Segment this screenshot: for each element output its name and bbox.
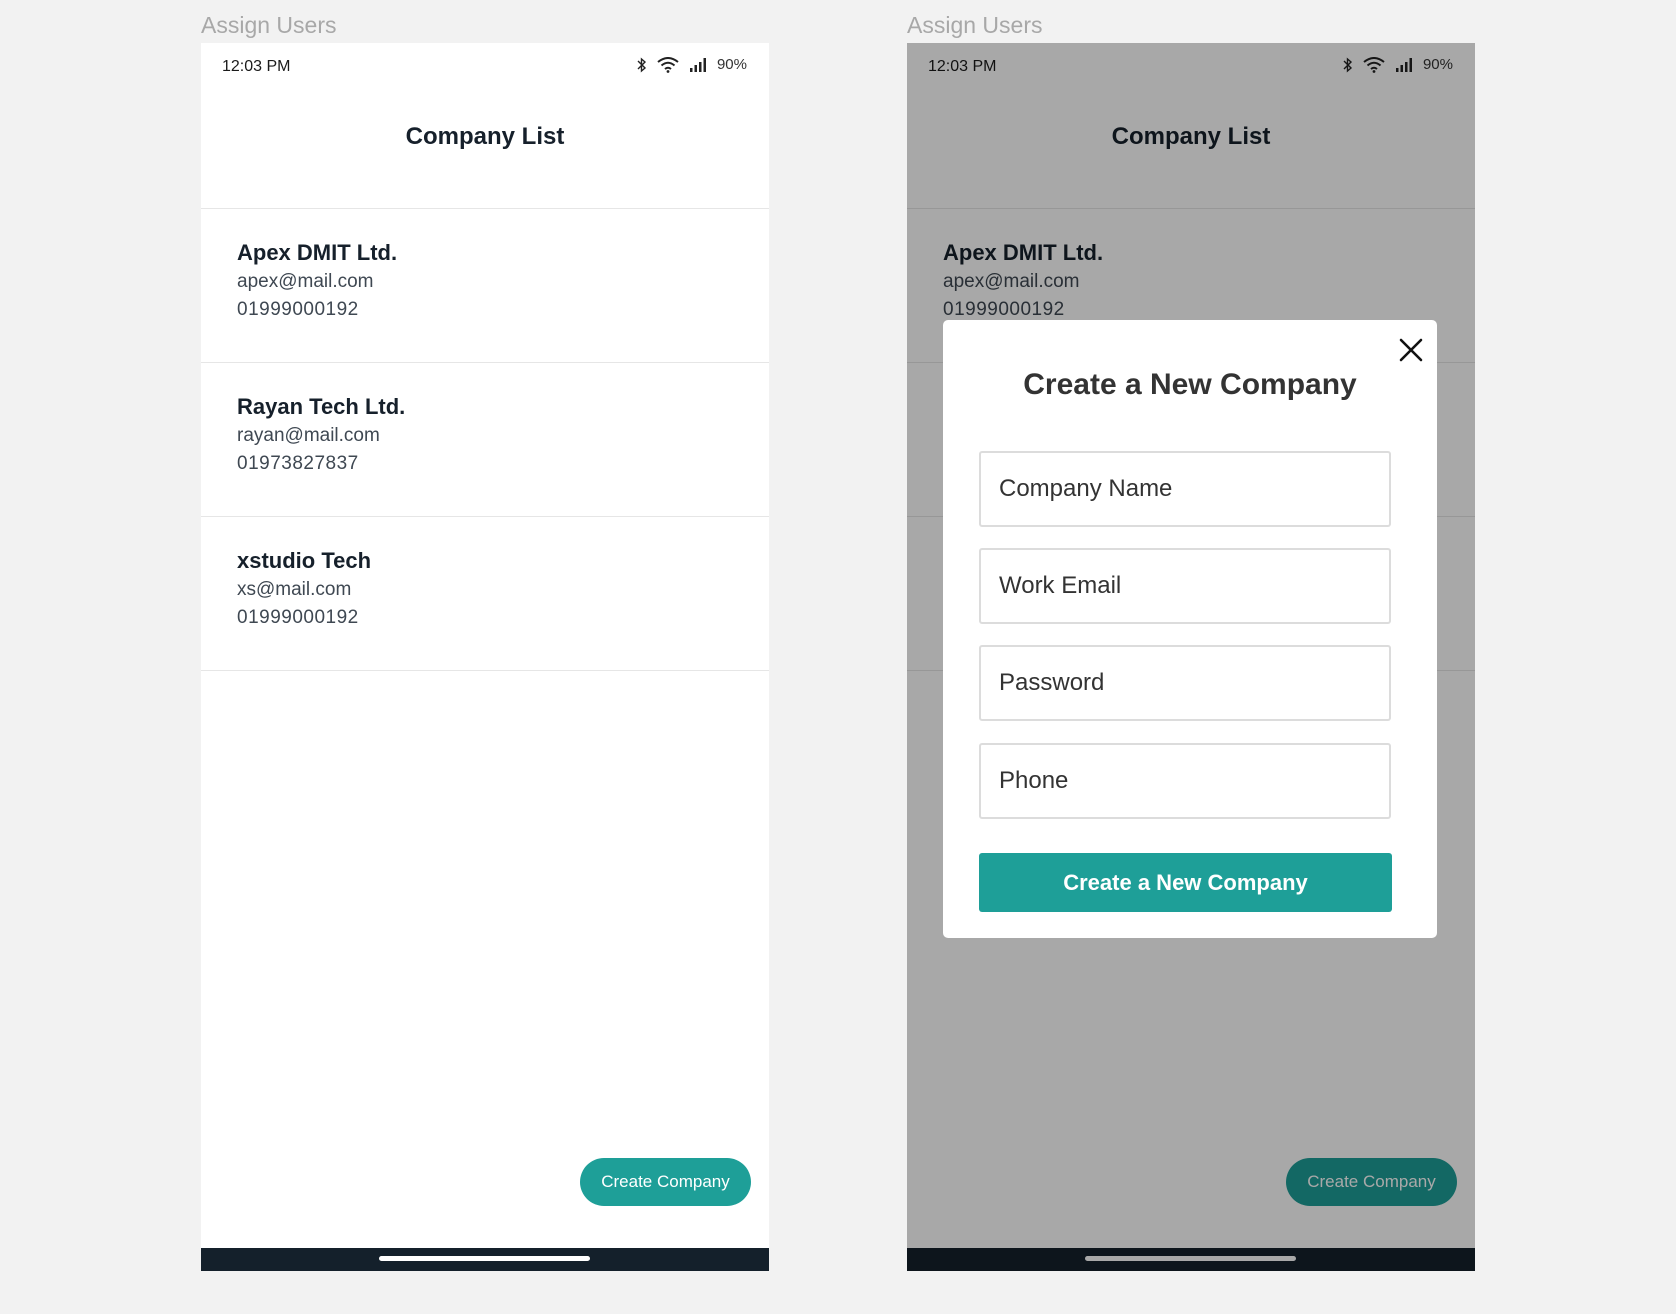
- company-card[interactable]: xstudio Tech xs@mail.com 01999000192: [201, 517, 769, 671]
- page-title: Company List: [405, 122, 565, 150]
- battery-level: 90%: [716, 56, 747, 73]
- wifi-icon: [657, 56, 679, 73]
- phone-screen-company-list: 12:03 PM 90% Company List Apex DMIT Ltd.…: [201, 43, 769, 1271]
- company-email: apex@mail.com: [237, 271, 374, 292]
- phone-screen-create-company-modal: 12:03 PM 90% Company List Apex DMIT Ltd.…: [907, 43, 1475, 1271]
- work-email-field[interactable]: [979, 548, 1391, 624]
- company-card[interactable]: Rayan Tech Ltd. rayan@mail.com 019738278…: [201, 363, 769, 517]
- company-phone: 01999000192: [237, 607, 359, 628]
- status-bar: 12:03 PM 90%: [201, 43, 769, 89]
- signal-icon: [689, 57, 707, 73]
- bluetooth-icon: [637, 56, 647, 73]
- create-new-company-button[interactable]: Create a New Company: [979, 853, 1392, 912]
- create-company-button[interactable]: Create Company: [580, 1158, 751, 1206]
- company-name: Apex DMIT Ltd.: [237, 240, 398, 265]
- company-name: Rayan Tech Ltd.: [237, 394, 406, 419]
- dialog-title: Create a New Company: [1023, 368, 1357, 401]
- company-phone: 01973827837: [237, 453, 359, 474]
- phone-field[interactable]: [979, 743, 1391, 819]
- company-name-field[interactable]: [979, 451, 1391, 527]
- company-name: xstudio Tech: [237, 548, 372, 573]
- company-phone: 01999000192: [237, 299, 359, 320]
- home-indicator[interactable]: [379, 1256, 590, 1261]
- company-email: xs@mail.com: [237, 579, 352, 600]
- frame-label: Assign Users: [201, 12, 337, 38]
- status-time: 12:03 PM: [222, 58, 291, 75]
- password-field[interactable]: [979, 645, 1391, 721]
- create-company-dialog: Create a New Company Create a New Compan…: [943, 320, 1437, 938]
- status-icons: 90%: [637, 56, 747, 73]
- company-email: rayan@mail.com: [237, 425, 380, 446]
- system-nav-bar: [201, 1248, 769, 1271]
- frame-label: Assign Users: [907, 12, 1043, 38]
- close-icon[interactable]: [1397, 336, 1425, 364]
- app-bar: Company List: [201, 89, 769, 209]
- company-card[interactable]: Apex DMIT Ltd. apex@mail.com 01999000192: [201, 209, 769, 363]
